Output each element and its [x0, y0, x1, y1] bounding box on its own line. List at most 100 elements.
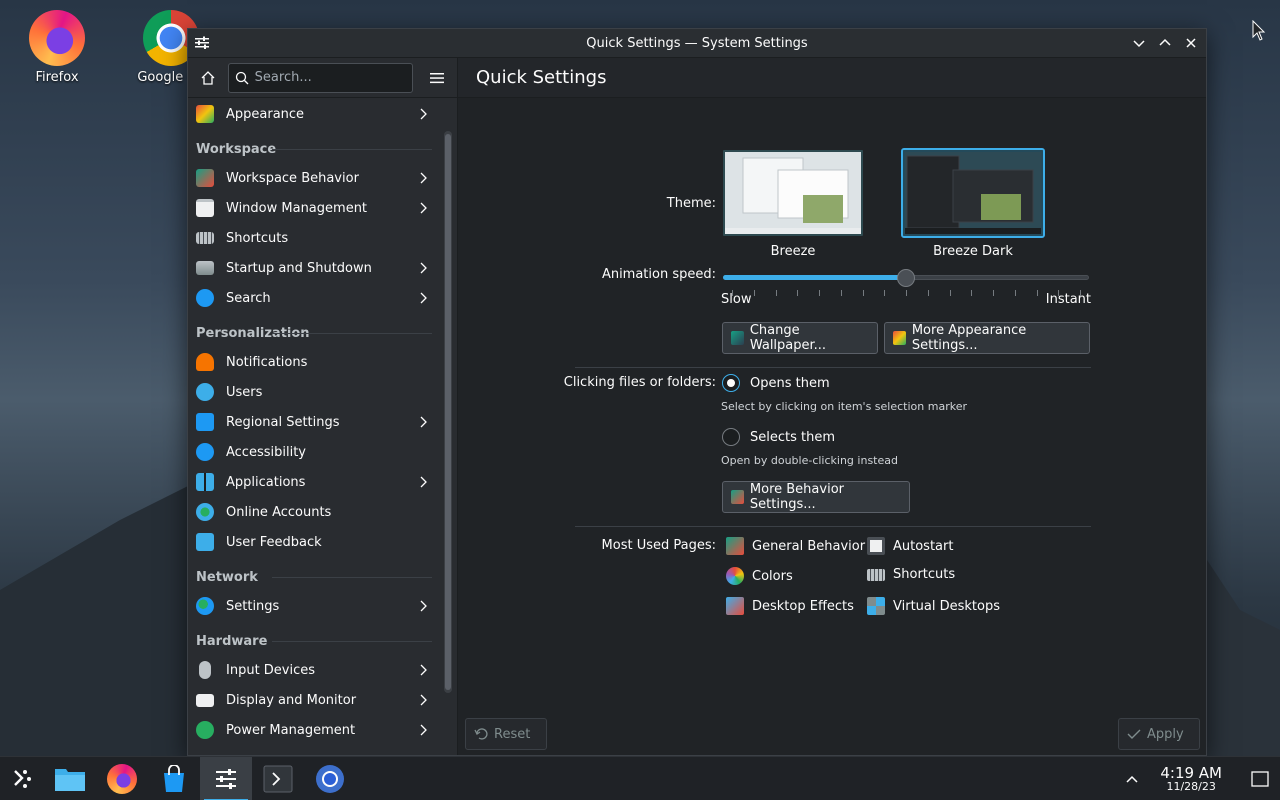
maximize-button[interactable]	[1154, 32, 1176, 54]
sidebar-item-label: Online Accounts	[226, 504, 332, 520]
slider-tick	[776, 290, 777, 296]
sidebar-item-appearance[interactable]: Appearance	[188, 99, 440, 129]
section-divider	[575, 526, 1091, 527]
taskbar-konsole[interactable]	[252, 757, 304, 800]
animation-speed-slider[interactable]	[723, 268, 1089, 288]
sidebar-item-user-feedback[interactable]: User Feedback	[188, 527, 440, 557]
more-appearance-settings-button[interactable]: More Appearance Settings...	[884, 322, 1090, 354]
search-field[interactable]	[227, 62, 414, 93]
radio-button-checked[interactable]	[722, 374, 740, 392]
firefox-icon	[107, 763, 137, 794]
radio-selects-them[interactable]: Selects them	[722, 428, 835, 446]
slider-handle[interactable]	[897, 269, 915, 287]
sidebar-item-label: Users	[226, 384, 263, 400]
sidebar-section-personalization: Personalization	[188, 313, 440, 347]
show-desktop-button[interactable]	[1240, 757, 1280, 800]
slider-min-label: Slow	[721, 292, 752, 307]
sidebar-item-display-monitor[interactable]: Display and Monitor	[188, 685, 440, 715]
shopping-bag-icon	[164, 764, 184, 792]
sidebar-item-network-settings[interactable]: Settings	[188, 591, 440, 621]
slider-tick	[1015, 290, 1016, 296]
more-behavior-settings-button[interactable]: More Behavior Settings...	[722, 481, 910, 513]
sidebar-item-label: Accessibility	[226, 444, 306, 460]
minimize-button[interactable]	[1128, 32, 1150, 54]
sidebar-item-online-accounts[interactable]: Online Accounts	[188, 497, 440, 527]
sidebar-item-startup-shutdown[interactable]: Startup and Shutdown	[188, 253, 440, 283]
taskbar-dolphin[interactable]	[44, 757, 96, 800]
main-panel: Quick Settings Theme: Breeze Breeze Dark…	[458, 58, 1206, 755]
button-label: Change Wallpaper...	[749, 323, 827, 353]
taskbar-firefox[interactable]	[96, 757, 148, 800]
scrollbar-thumb[interactable]	[445, 134, 451, 690]
chevron-right-icon	[420, 600, 427, 612]
link-label: Desktop Effects	[752, 598, 854, 614]
sidebar-item-power-management[interactable]: Power Management	[188, 715, 440, 745]
radio-opens-them[interactable]: Opens them	[722, 374, 830, 392]
sidebar-item-shortcuts[interactable]: Shortcuts	[188, 223, 440, 253]
slider-tick	[928, 290, 929, 296]
workspace-behavior-icon	[196, 169, 214, 187]
button-label: Reset	[494, 726, 531, 742]
section-title: Network	[196, 570, 258, 585]
most-used-shortcuts[interactable]: Shortcuts	[867, 567, 955, 582]
folder-icon	[55, 768, 85, 791]
most-used-general-behavior[interactable]: General Behavior	[726, 537, 865, 555]
most-used-desktop-effects[interactable]: Desktop Effects	[726, 597, 854, 615]
sidebar-item-search[interactable]: Search	[188, 283, 440, 313]
taskbar-system-settings[interactable]	[200, 756, 252, 800]
checkmark-icon	[1127, 729, 1141, 739]
power-icon	[196, 721, 214, 739]
taskbar-discover[interactable]	[148, 757, 200, 800]
sidebar-item-input-devices[interactable]: Input Devices	[188, 655, 440, 685]
most-used-colors[interactable]: Colors	[726, 567, 793, 585]
digital-clock[interactable]: 4:19 AM 11/28/23	[1160, 765, 1222, 793]
hamburger-menu-button[interactable]	[425, 66, 449, 90]
chevron-up-icon	[1126, 775, 1138, 783]
appearance-icon	[893, 331, 906, 345]
application-launcher-button[interactable]	[0, 757, 44, 800]
sidebar-item-workspace-behavior[interactable]: Workspace Behavior	[188, 163, 440, 193]
search-input[interactable]	[254, 70, 405, 85]
sidebar-item-window-management[interactable]: Window Management	[188, 193, 440, 223]
radio-hint: Open by double-clicking instead	[721, 454, 898, 467]
apply-button[interactable]: Apply	[1118, 718, 1200, 750]
colors-icon	[726, 567, 744, 585]
button-label: More Behavior Settings...	[749, 482, 844, 512]
sidebar-item-label: Power Management	[226, 722, 356, 738]
users-icon	[196, 383, 214, 401]
chevron-right-icon	[420, 476, 427, 488]
radio-button-unchecked[interactable]	[722, 428, 740, 446]
home-button[interactable]	[196, 66, 220, 90]
sidebar-item-applications[interactable]: Applications	[188, 467, 440, 497]
chromium-icon	[316, 764, 344, 793]
sidebar-item-regional-settings[interactable]: Regional Settings	[188, 407, 440, 437]
slider-tick	[841, 290, 842, 296]
sidebar-item-accessibility[interactable]: Accessibility	[188, 437, 440, 467]
close-button[interactable]	[1180, 32, 1202, 54]
desktop-icon-label: Firefox	[35, 70, 79, 85]
sidebar-item-notifications[interactable]: Notifications	[188, 347, 440, 377]
window-titlebar[interactable]: Quick Settings — System Settings	[188, 29, 1206, 58]
animation-speed-label: Animation speed:	[601, 267, 716, 282]
desktop-effects-icon	[726, 597, 744, 615]
change-wallpaper-button[interactable]: Change Wallpaper...	[722, 322, 878, 354]
desktop-icon-firefox[interactable]: Firefox	[12, 10, 102, 85]
sidebar-item-label: Workspace Behavior	[226, 170, 359, 186]
sidebar-item-users[interactable]: Users	[188, 377, 440, 407]
chevron-right-icon	[420, 664, 427, 676]
mouse-icon	[199, 661, 211, 679]
theme-option-breeze[interactable]: Breeze	[721, 148, 865, 259]
theme-option-breeze-dark[interactable]: Breeze Dark	[901, 148, 1045, 259]
most-used-autostart[interactable]: Autostart	[867, 537, 953, 555]
reset-button[interactable]: Reset	[465, 718, 547, 750]
taskbar-chromium[interactable]	[304, 757, 356, 800]
tray-expander-button[interactable]	[1120, 767, 1144, 791]
slider-tick	[950, 290, 951, 296]
page-title: Quick Settings	[476, 67, 607, 88]
applications-icon	[196, 473, 214, 491]
theme-label: Theme:	[666, 196, 716, 211]
most-used-virtual-desktops[interactable]: Virtual Desktops	[867, 597, 1000, 615]
sidebar-scrollbar[interactable]	[444, 131, 452, 693]
most-used-pages-label: Most Used Pages:	[601, 538, 716, 553]
bell-icon	[196, 353, 214, 371]
